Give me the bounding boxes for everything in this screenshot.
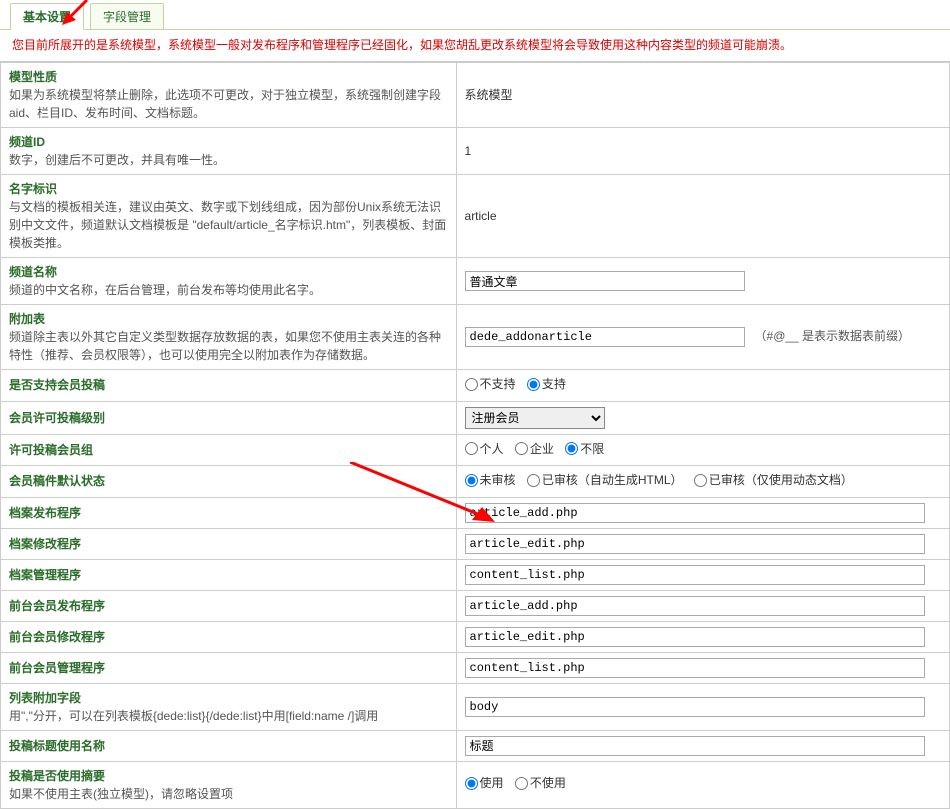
label-mancon: 档案管理程序 bbox=[9, 568, 81, 582]
label-cname: 频道名称 bbox=[9, 265, 57, 279]
input-uaddcon[interactable] bbox=[465, 596, 925, 616]
label-listfields: 列表附加字段 bbox=[9, 691, 81, 705]
label-addcon: 档案发布程序 bbox=[9, 506, 81, 520]
desc-nid: 与文档的模板相关连，建议由英文、数字或下划线组成，因为部份Unix系统无法识别中… bbox=[9, 200, 446, 250]
label-uaddcon: 前台会员发布程序 bbox=[9, 599, 105, 613]
radio-issend-yes[interactable] bbox=[527, 378, 540, 391]
desc-nature: 如果为系统模型将禁止删除，此选项不可更改，对于独立模型，系统强制创建字段aid、… bbox=[9, 88, 441, 120]
tab-bar: 基本设置 字段管理 bbox=[0, 2, 950, 30]
value-nid: article bbox=[456, 175, 949, 258]
label-ueditcon: 前台会员修改程序 bbox=[9, 630, 105, 644]
input-editcon[interactable] bbox=[465, 534, 925, 554]
input-cname[interactable] bbox=[465, 271, 745, 291]
label-usedesc: 投稿是否使用摘要 bbox=[9, 769, 105, 783]
radio-draft-1[interactable] bbox=[527, 474, 540, 487]
desc-cid: 数字，创建后不可更改，并具有唯一性。 bbox=[9, 153, 225, 167]
desc-addtable: 频道除主表以外其它自定义类型数据存放数据的表，如果您不使用主表关连的各种特性（推… bbox=[9, 330, 441, 362]
input-addtable[interactable] bbox=[465, 327, 745, 347]
label-issend: 是否支持会员投稿 bbox=[9, 378, 105, 392]
label-nid: 名字标识 bbox=[9, 182, 57, 196]
radio-usertype-company[interactable] bbox=[515, 442, 528, 455]
radio-issend-no[interactable] bbox=[465, 378, 478, 391]
value-cid: 1 bbox=[456, 128, 949, 175]
label-titlename: 投稿标题使用名称 bbox=[9, 739, 105, 753]
radio-draft-0[interactable] bbox=[465, 474, 478, 487]
input-titlename[interactable] bbox=[465, 736, 925, 756]
radio-usertype-personal[interactable] bbox=[465, 442, 478, 455]
form-table: 模型性质如果为系统模型将禁止删除，此选项不可更改，对于独立模型，系统强制创建字段… bbox=[0, 62, 950, 809]
radio-usertype: 个人 企业 不限 bbox=[456, 434, 949, 466]
radio-draft: 未审核 已审核（自动生成HTML） 已审核（仅使用动态文档） bbox=[456, 466, 949, 498]
tab-fields[interactable]: 字段管理 bbox=[90, 3, 164, 30]
label-arcrank: 会员许可投稿级别 bbox=[9, 411, 105, 425]
hint-addtable: （#@__ 是表示数据表前缀） bbox=[755, 329, 911, 343]
label-umancon: 前台会员管理程序 bbox=[9, 661, 105, 675]
input-listfields[interactable] bbox=[465, 697, 925, 717]
input-umancon[interactable] bbox=[465, 658, 925, 678]
label-cid: 频道ID bbox=[9, 135, 45, 149]
value-nature: 系统模型 bbox=[456, 63, 949, 128]
radio-usedesc: 使用 不使用 bbox=[456, 761, 949, 808]
input-ueditcon[interactable] bbox=[465, 627, 925, 647]
desc-cname: 频道的中文名称，在后台管理，前台发布等均使用此名字。 bbox=[9, 283, 321, 297]
desc-listfields: 用","分开，可以在列表模板{dede:list}{/dede:list}中用[… bbox=[9, 709, 378, 723]
label-nature: 模型性质 bbox=[9, 70, 57, 84]
radio-draft-2[interactable] bbox=[694, 474, 707, 487]
label-usertype: 许可投稿会员组 bbox=[9, 443, 93, 457]
label-draft: 会员稿件默认状态 bbox=[9, 474, 105, 488]
warning-text: 您目前所展开的是系统模型，系统模型一般对发布程序和管理程序已经固化，如果您胡乱更… bbox=[0, 30, 950, 62]
tab-basic[interactable]: 基本设置 bbox=[10, 3, 84, 30]
label-editcon: 档案修改程序 bbox=[9, 537, 81, 551]
radio-usedesc-no[interactable] bbox=[515, 777, 528, 790]
radio-usertype-all[interactable] bbox=[565, 442, 578, 455]
label-addtable: 附加表 bbox=[9, 312, 45, 326]
desc-usedesc: 如果不使用主表(独立模型)，请忽略设置项 bbox=[9, 787, 233, 801]
radio-issend: 不支持 支持 bbox=[456, 370, 949, 402]
radio-usedesc-yes[interactable] bbox=[465, 777, 478, 790]
select-arcrank[interactable]: 注册会员 bbox=[465, 407, 605, 429]
input-addcon[interactable] bbox=[465, 503, 925, 523]
